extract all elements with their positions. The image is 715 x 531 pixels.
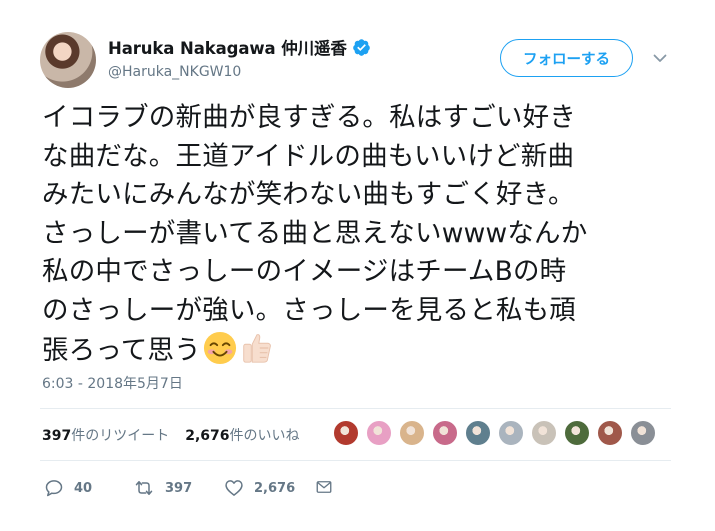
display-name[interactable]: Haruka Nakagawa 仲川遥香	[108, 35, 347, 59]
direct-message-button[interactable]	[315, 478, 333, 496]
tweet-actions: 40 397 2,676	[0, 478, 715, 498]
retweet-button[interactable]: 397	[133, 478, 192, 498]
liker-avatar[interactable]	[333, 420, 359, 446]
tweet-text: イコラブの新曲が良すぎる。私はすごい好き な曲だな。王道アイドルの曲もいいけど新…	[42, 99, 682, 370]
likes-stat[interactable]: 2,676件のいいね	[185, 425, 299, 445]
envelope-icon	[316, 481, 332, 493]
liker-avatar[interactable]	[465, 420, 491, 446]
reply-count: 40	[74, 480, 93, 496]
liker-avatar[interactable]	[531, 420, 557, 446]
like-count: 2,676	[254, 480, 296, 496]
smiling-face-icon	[203, 331, 236, 364]
liker-avatar[interactable]	[630, 420, 656, 446]
liker-avatars	[333, 420, 663, 446]
user-handle[interactable]: @Haruka_NKGW10	[108, 64, 241, 80]
reply-button[interactable]: 40	[44, 478, 92, 498]
divider	[40, 460, 671, 461]
retweet-icon	[135, 481, 153, 495]
retweets-stat[interactable]: 397件のリツイート	[42, 425, 169, 445]
tweet-timestamp[interactable]: 6:03 - 2018年5月7日	[42, 373, 183, 393]
tweet-line: のさっしーが強い。さっしーを見ると私も頑	[42, 294, 576, 326]
tweet-line: 私の中でさっしーのイメージはチームBの時	[42, 256, 567, 288]
like-button[interactable]: 2,676	[224, 478, 295, 498]
tweet-line-text: 張ろって思う	[42, 334, 201, 366]
verified-badge-icon	[352, 38, 370, 56]
tweet-line: イコラブの新曲が良すぎる。私はすごい好き	[42, 102, 576, 133]
user-name-row[interactable]: Haruka Nakagawa 仲川遥香	[108, 35, 371, 59]
likes-count: 2,676	[185, 428, 230, 444]
tweet-stats: 397件のリツイート 2,676件のいいね	[42, 425, 300, 445]
liker-avatar[interactable]	[597, 420, 623, 446]
chevron-down-icon[interactable]	[652, 50, 668, 66]
avatar[interactable]	[40, 32, 96, 88]
liker-avatar[interactable]	[399, 420, 425, 446]
heart-icon	[225, 480, 243, 496]
liker-avatar[interactable]	[432, 420, 458, 446]
tweet-line-last: 張ろって思う	[42, 331, 682, 371]
liker-avatar[interactable]	[498, 420, 524, 446]
liker-avatar[interactable]	[564, 420, 590, 446]
liker-avatar[interactable]	[366, 420, 392, 446]
retweets-count: 397	[42, 428, 72, 444]
tweet-line: みたいにみんなが笑わない曲もすごく好き。	[42, 179, 575, 211]
reply-icon	[45, 480, 63, 497]
likes-label: 件のいいね	[229, 428, 300, 444]
tweet-line: な曲だな。王道アイドルの曲もいいけど新曲	[42, 140, 575, 172]
thumbs-up-icon	[243, 333, 271, 363]
retweet-count: 397	[165, 480, 193, 496]
retweets-label: 件のリツイート	[71, 428, 170, 444]
follow-button[interactable]: フォローする	[500, 39, 633, 77]
divider	[40, 408, 671, 409]
tweet-line: さっしーが書いてる曲と思えないwwwなんか	[42, 217, 588, 249]
